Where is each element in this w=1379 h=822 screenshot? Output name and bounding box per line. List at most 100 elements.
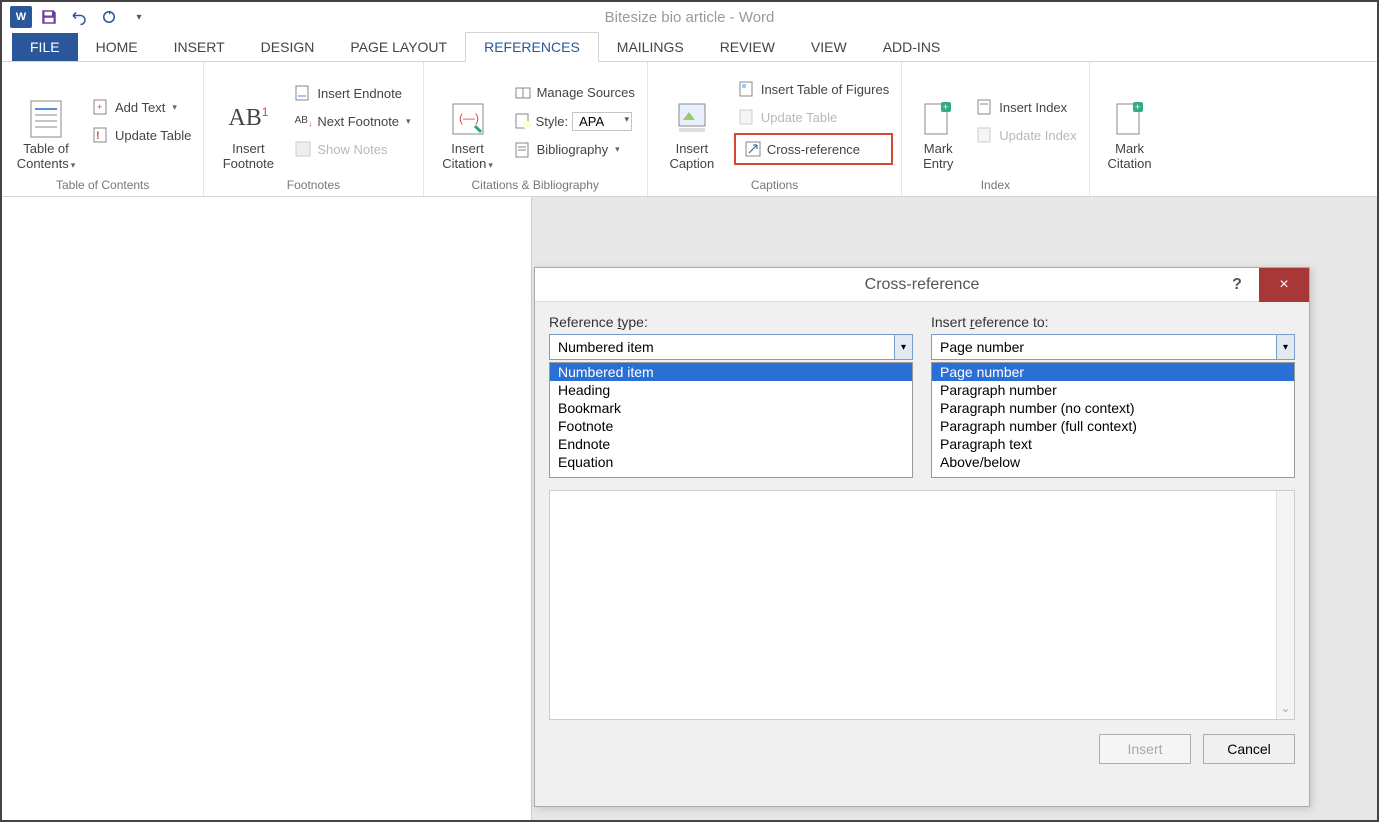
citations-group-label: Citations & Bibliography xyxy=(432,176,639,194)
redo-icon[interactable] xyxy=(96,4,122,30)
insert-reference-combo[interactable] xyxy=(931,334,1295,360)
tab-review[interactable]: REVIEW xyxy=(702,33,793,61)
toc-group-label: Table of Contents xyxy=(10,176,195,194)
cross-reference-dialog: Cross-reference ? × Reference type: ▾ Nu… xyxy=(534,267,1310,807)
list-item[interactable]: Bookmark xyxy=(550,399,912,417)
tab-home[interactable]: HOME xyxy=(78,33,156,61)
list-item[interactable]: Heading xyxy=(550,381,912,399)
list-item[interactable]: Paragraph number xyxy=(932,381,1294,399)
tab-page-layout[interactable]: PAGE LAYOUT xyxy=(332,33,465,61)
style-label: Style: xyxy=(536,114,569,129)
list-item[interactable]: Numbered item xyxy=(550,363,912,381)
add-text-button[interactable]: +Add Text▾ xyxy=(88,95,195,119)
insert-citation-button[interactable]: (—) Insert Citation▾ xyxy=(432,66,504,176)
reference-type-label: Reference type: xyxy=(549,314,913,330)
update-index-button[interactable]: Update Index xyxy=(972,123,1080,147)
cross-reference-icon xyxy=(744,140,762,158)
manage-sources-icon xyxy=(514,84,532,102)
dialog-title-bar[interactable]: Cross-reference ? × xyxy=(535,268,1309,302)
mark-citation-button[interactable]: + Mark Citation xyxy=(1098,66,1162,176)
style-icon xyxy=(514,112,532,130)
for-which-listbox[interactable]: ⌄ xyxy=(549,490,1295,720)
reference-type-listbox[interactable]: Numbered item Heading Bookmark Footnote … xyxy=(549,362,913,478)
svg-text:!: ! xyxy=(96,130,100,142)
update-table-icon: ! xyxy=(92,126,110,144)
help-button[interactable]: ? xyxy=(1219,276,1255,294)
group-footnotes: AB1 Insert Footnote Insert Endnote AB↓Ne… xyxy=(204,62,423,196)
mark-entry-button[interactable]: + Mark Entry xyxy=(910,66,966,176)
table-of-contents-button[interactable]: Table of Contents▾ xyxy=(10,66,82,176)
customize-qat-icon[interactable]: ▾ xyxy=(126,4,152,30)
update-icon xyxy=(738,108,756,126)
list-item[interactable]: Footnote xyxy=(550,417,912,435)
mark-entry-icon: + xyxy=(920,101,956,137)
list-item[interactable]: Equation xyxy=(550,453,912,471)
reference-type-arrow[interactable]: ▾ xyxy=(894,335,912,359)
footnote-label: Insert Footnote xyxy=(223,141,274,172)
insert-caption-button[interactable]: Insert Caption xyxy=(656,66,728,176)
insert-footnote-button[interactable]: AB1 Insert Footnote xyxy=(212,66,284,176)
list-item[interactable]: Paragraph text xyxy=(932,435,1294,453)
list-item[interactable]: Above/below xyxy=(932,453,1294,471)
tab-design[interactable]: DESIGN xyxy=(243,33,333,61)
group-toc: Table of Contents▾ +Add Text▾ !Update Ta… xyxy=(2,62,204,196)
captions-group-label: Captions xyxy=(656,176,893,194)
list-item[interactable]: Page number xyxy=(932,363,1294,381)
tab-references[interactable]: REFERENCES xyxy=(465,32,599,62)
save-icon[interactable] xyxy=(36,4,62,30)
list-item[interactable]: Paragraph number (full context) xyxy=(932,417,1294,435)
cross-reference-button[interactable]: Cross-reference xyxy=(740,137,887,161)
tab-view[interactable]: VIEW xyxy=(793,33,865,61)
tab-addins[interactable]: ADD-INS xyxy=(865,33,959,61)
insert-reference-column: Insert reference to: ▾ Page number Parag… xyxy=(931,314,1295,478)
caption-label: Insert Caption xyxy=(669,141,714,172)
update-index-icon xyxy=(976,126,994,144)
toc-icon xyxy=(28,101,64,137)
tab-file[interactable]: FILE xyxy=(12,33,78,61)
tab-insert[interactable]: INSERT xyxy=(156,33,243,61)
tab-mailings[interactable]: MAILINGS xyxy=(599,33,702,61)
cancel-button[interactable]: Cancel xyxy=(1203,734,1295,764)
bibliography-button[interactable]: Bibliography▾ xyxy=(510,138,639,162)
document-page[interactable] xyxy=(2,197,532,820)
reference-type-combo[interactable] xyxy=(549,334,913,360)
insert-button[interactable]: Insert xyxy=(1099,734,1191,764)
svg-text:+: + xyxy=(1135,102,1140,112)
document-title: Bitesize bio article - Word xyxy=(605,9,775,26)
insert-tof-button[interactable]: Insert Table of Figures xyxy=(734,77,893,101)
scrollbar[interactable]: ⌄ xyxy=(1276,491,1294,719)
undo-icon[interactable] xyxy=(66,4,92,30)
word-icon: W xyxy=(10,6,32,28)
bibliography-icon xyxy=(514,141,532,159)
update-table-button[interactable]: !Update Table xyxy=(88,123,195,147)
captions-update-table-button[interactable]: Update Table xyxy=(734,105,893,129)
citation-icon: (—) xyxy=(450,101,486,137)
ribbon-tabs: FILE HOME INSERT DESIGN PAGE LAYOUT REFE… xyxy=(2,32,1377,62)
insert-endnote-button[interactable]: Insert Endnote xyxy=(290,81,414,105)
insert-reference-listbox[interactable]: Page number Paragraph number Paragraph n… xyxy=(931,362,1295,478)
tof-icon xyxy=(738,80,756,98)
style-select[interactable] xyxy=(572,112,632,131)
insert-index-button[interactable]: Insert Index xyxy=(972,95,1080,119)
quick-access-toolbar: W ▾ xyxy=(10,4,152,30)
insert-reference-arrow[interactable]: ▾ xyxy=(1276,335,1294,359)
dialog-title: Cross-reference xyxy=(865,276,980,294)
mark-entry-label: Mark Entry xyxy=(923,141,953,172)
next-footnote-button[interactable]: AB↓Next Footnote ▾ xyxy=(290,109,414,133)
index-group-label: Index xyxy=(910,176,1080,194)
cross-reference-highlight: Cross-reference xyxy=(734,133,893,165)
close-button[interactable]: × xyxy=(1259,268,1309,302)
title-bar: W ▾ Bitesize bio article - Word xyxy=(2,2,1377,32)
svg-text:+: + xyxy=(943,102,948,112)
caption-icon xyxy=(674,101,710,137)
group-index: + Mark Entry Insert Index Update Index I… xyxy=(902,62,1089,196)
document-area: Cross-reference ? × Reference type: ▾ Nu… xyxy=(2,197,1377,820)
manage-sources-button[interactable]: Manage Sources xyxy=(510,81,639,105)
show-notes-icon xyxy=(294,140,312,158)
svg-text:+: + xyxy=(97,102,102,112)
list-item[interactable]: Paragraph number (no context) xyxy=(932,399,1294,417)
list-item[interactable]: Endnote xyxy=(550,435,912,453)
svg-text:(—): (—) xyxy=(459,111,479,125)
mark-citation-icon: + xyxy=(1112,101,1148,137)
show-notes-button[interactable]: Show Notes xyxy=(290,137,414,161)
